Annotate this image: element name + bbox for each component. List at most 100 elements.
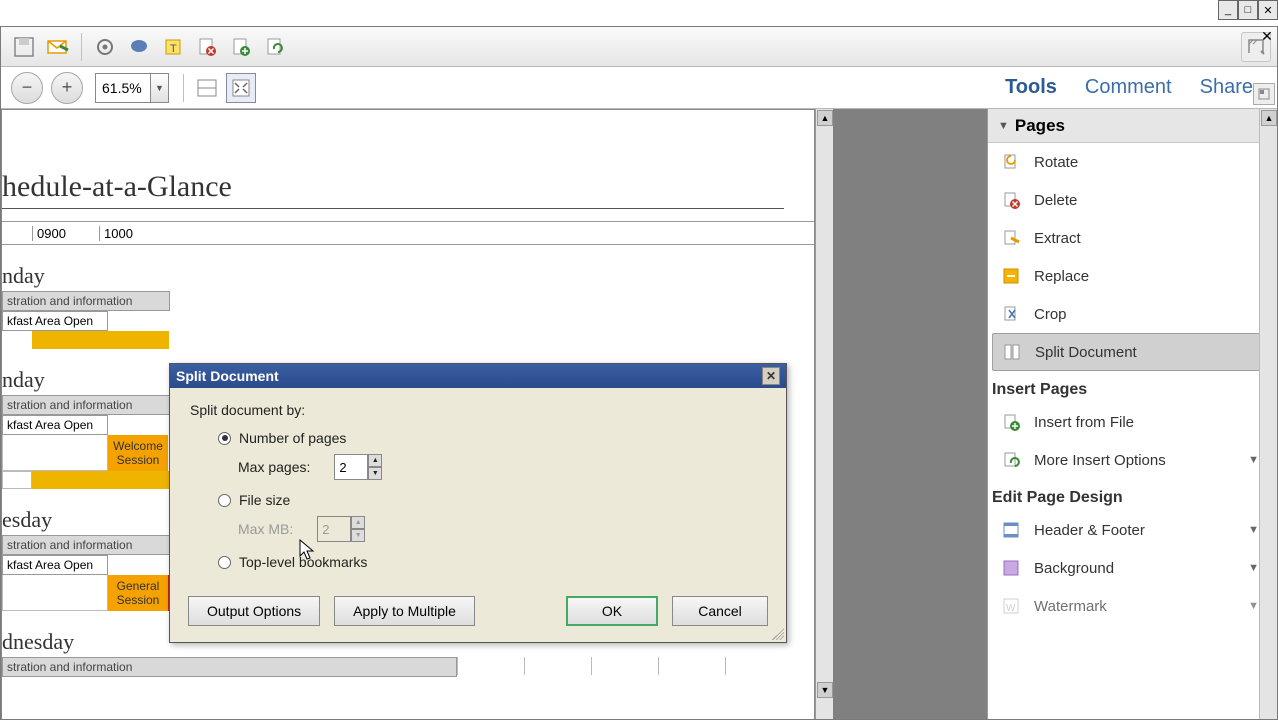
reg-row: stration and information: [2, 535, 170, 555]
output-options-button[interactable]: Output Options: [188, 596, 320, 626]
radio-icon[interactable]: [218, 494, 231, 507]
section-edit-page-design: Edit Page Design: [988, 479, 1277, 511]
panel-scrollbar[interactable]: ▲: [1259, 109, 1277, 719]
fit-page-icon[interactable]: [226, 73, 256, 103]
radio-icon[interactable]: [218, 556, 231, 569]
pages-extract[interactable]: Extract: [988, 219, 1277, 257]
doc-heading: hedule-at-a-Glance: [2, 170, 784, 209]
item-label: Watermark: [1034, 598, 1107, 615]
os-maximize-button[interactable]: □: [1238, 0, 1258, 20]
document-scrollbar[interactable]: ▲ ▼: [815, 109, 833, 719]
header-footer-icon: [1000, 519, 1022, 541]
item-label: Extract: [1034, 230, 1081, 247]
zoom-combobox[interactable]: 61.5% ▼: [95, 73, 169, 103]
os-close-button[interactable]: ✕: [1258, 0, 1278, 20]
pages-split-document[interactable]: Split Document: [992, 333, 1273, 371]
pages-crop[interactable]: Crop: [988, 295, 1277, 333]
tab-tools[interactable]: Tools: [1005, 76, 1057, 99]
resize-grip-icon[interactable]: [772, 628, 784, 640]
zoom-in-button[interactable]: +: [51, 72, 83, 104]
more-insert-options[interactable]: More Insert Options ▼: [988, 441, 1277, 479]
reg-row: stration and information: [2, 291, 170, 311]
spin-up-icon[interactable]: ▲: [368, 454, 382, 467]
radio-file-size[interactable]: File size: [218, 492, 766, 508]
reg-row: stration and information: [2, 657, 457, 677]
save-icon[interactable]: [9, 32, 39, 62]
delete-page-icon[interactable]: [192, 32, 222, 62]
panel-options-icon[interactable]: [1253, 83, 1275, 105]
zoom-toolbar: − + 61.5% ▼ Tools Comment Share: [1, 67, 1277, 109]
pages-delete[interactable]: Delete: [988, 181, 1277, 219]
max-pages-input[interactable]: [334, 454, 368, 480]
insert-from-file[interactable]: Insert from File: [988, 403, 1277, 441]
time-header-row: 0900 1000: [2, 221, 814, 245]
gear-icon[interactable]: [90, 32, 120, 62]
radio-top-level-bookmarks[interactable]: Top-level bookmarks: [218, 554, 766, 570]
time-cell: 1000: [99, 226, 166, 241]
dialog-heading: Split document by:: [190, 402, 766, 418]
document-viewport: hedule-at-a-Glance 0900 1000 nday strati…: [1, 109, 987, 719]
item-label: Split Document: [1035, 344, 1137, 361]
split-document-dialog: Split Document ✕ Split document by: Numb…: [169, 363, 787, 643]
item-label: Rotate: [1034, 154, 1078, 171]
dialog-close-button[interactable]: ✕: [762, 367, 780, 385]
background-icon: [1000, 557, 1022, 579]
panel-section-pages[interactable]: ▼ Pages: [988, 109, 1277, 143]
fit-width-icon[interactable]: [192, 73, 222, 103]
bkfast-cell: kfast Area Open: [2, 415, 108, 435]
chevron-down-icon: ▼: [1248, 524, 1259, 536]
zoom-dropdown-icon[interactable]: ▼: [151, 73, 169, 103]
ok-button[interactable]: OK: [566, 596, 658, 626]
radio-label: Top-level bookmarks: [239, 554, 367, 570]
radio-icon[interactable]: [218, 432, 231, 445]
spin-down-icon[interactable]: ▼: [368, 467, 382, 480]
spin-up-icon: ▲: [351, 516, 365, 529]
zoom-out-button[interactable]: −: [11, 72, 43, 104]
zoom-value[interactable]: 61.5%: [95, 73, 151, 103]
delete-icon: [1000, 189, 1022, 211]
item-label: More Insert Options: [1034, 452, 1166, 469]
svg-text:W: W: [1006, 603, 1016, 614]
cancel-button[interactable]: Cancel: [672, 596, 768, 626]
split-icon: [1001, 341, 1023, 363]
reg-row: stration and information: [2, 395, 170, 415]
scroll-up-icon[interactable]: ▲: [817, 110, 833, 126]
right-tabs: Tools Comment Share: [1005, 76, 1271, 99]
yellow-session-block: [32, 471, 169, 489]
chevron-down-icon: ▼: [1248, 562, 1259, 574]
add-page-icon[interactable]: [226, 32, 256, 62]
replace-icon: [1000, 265, 1022, 287]
watermark[interactable]: W Watermark ▼: [988, 587, 1277, 625]
extract-icon: [1000, 227, 1022, 249]
background[interactable]: Background ▼: [988, 549, 1277, 587]
item-label: Replace: [1034, 268, 1089, 285]
radio-label: File size: [239, 492, 290, 508]
max-mb-label: Max MB:: [238, 521, 293, 537]
yellow-session-block: [32, 331, 169, 349]
max-mb-input: [317, 516, 351, 542]
bubble-icon[interactable]: [124, 32, 154, 62]
highlight-icon[interactable]: T: [158, 32, 188, 62]
general-session-block: General Session: [108, 575, 168, 611]
recycle-page-icon[interactable]: [260, 32, 290, 62]
scroll-down-icon[interactable]: ▼: [817, 682, 833, 698]
radio-number-of-pages[interactable]: Number of pages: [218, 430, 766, 446]
bkfast-cell: kfast Area Open: [2, 555, 108, 575]
header-footer[interactable]: Header & Footer ▼: [988, 511, 1277, 549]
pages-rotate[interactable]: Rotate: [988, 143, 1277, 181]
max-pages-spinner[interactable]: ▲▼: [334, 454, 382, 480]
dialog-titlebar[interactable]: Split Document ✕: [170, 364, 786, 388]
os-minimize-button[interactable]: _: [1218, 0, 1238, 20]
main-area: hedule-at-a-Glance 0900 1000 nday strati…: [1, 109, 1277, 719]
caret-down-icon: ▼: [998, 120, 1009, 132]
item-label: Background: [1034, 560, 1114, 577]
max-pages-label: Max pages:: [238, 459, 310, 475]
radio-label: Number of pages: [239, 430, 346, 446]
scroll-up-icon[interactable]: ▲: [1261, 110, 1277, 126]
apply-to-multiple-button[interactable]: Apply to Multiple: [334, 596, 475, 626]
tab-comment[interactable]: Comment: [1085, 76, 1172, 99]
mail-icon[interactable]: [43, 32, 73, 62]
pages-replace[interactable]: Replace: [988, 257, 1277, 295]
app-close-button[interactable]: ✕: [1257, 26, 1277, 46]
tab-share[interactable]: Share: [1200, 76, 1253, 99]
